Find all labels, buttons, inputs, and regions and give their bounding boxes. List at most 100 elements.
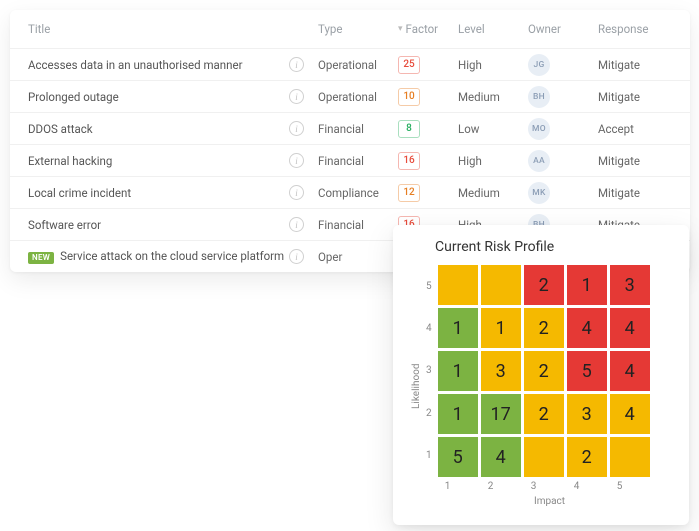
response-cell: Mitigate <box>598 58 678 72</box>
title-cell: Prolonged outage i <box>28 89 318 104</box>
type-cell: Operational <box>318 58 398 72</box>
heatmap-cell[interactable]: 4 <box>610 394 650 434</box>
heatmap-cell[interactable]: 1 <box>438 308 478 348</box>
risk-heatmap-panel: Current Risk Profile Likelihood 54321 21… <box>393 225 689 525</box>
heatmap-cell[interactable]: 3 <box>481 351 521 391</box>
type-cell: Oper <box>318 250 398 264</box>
risk-title: Prolonged outage <box>28 90 119 104</box>
info-icon[interactable]: i <box>289 185 304 200</box>
level-cell: High <box>458 58 528 72</box>
factor-badge: 8 <box>398 120 420 138</box>
title-cell: Accesses data in an unauthorised manner i <box>28 57 318 72</box>
heatmap-cell[interactable]: 3 <box>567 394 607 434</box>
heatmap-cell[interactable]: 2 <box>524 308 564 348</box>
heatmap-cell[interactable]: 1 <box>438 394 478 434</box>
response-cell: Mitigate <box>598 90 678 104</box>
col-owner[interactable]: Owner <box>528 22 598 36</box>
heatmap-cell[interactable] <box>481 265 521 305</box>
title-cell: DDOS attack i <box>28 121 318 136</box>
heatmap-cell[interactable]: 2 <box>524 265 564 305</box>
heatmap-yticks: 54321 <box>426 265 432 477</box>
info-icon[interactable]: i <box>289 217 304 232</box>
type-cell: Financial <box>318 122 398 136</box>
col-factor-label: Factor <box>406 22 439 36</box>
level-cell: High <box>458 154 528 168</box>
ytick: 4 <box>426 309 432 349</box>
title-cell: NEW Service attack on the cloud service p… <box>28 249 318 264</box>
info-icon[interactable]: i <box>289 249 304 264</box>
col-response[interactable]: Response <box>598 22 678 36</box>
table-row[interactable]: Local crime incidentiCompliance12MediumM… <box>10 176 690 208</box>
type-cell: Financial <box>318 218 398 232</box>
heatmap-cell[interactable]: 2 <box>524 351 564 391</box>
sort-desc-icon: ▾ <box>398 24 403 34</box>
heatmap-cell[interactable] <box>610 437 650 477</box>
owner-avatar[interactable]: BH <box>528 86 550 108</box>
heatmap-cell[interactable]: 5 <box>438 437 478 477</box>
heatmap-grid: 2131124413254117234542 <box>438 265 650 477</box>
heatmap-cell[interactable]: 2 <box>524 394 564 434</box>
heatmap-cell[interactable]: 4 <box>481 437 521 477</box>
owner-avatar[interactable]: AA <box>528 150 550 172</box>
table-row[interactable]: DDOS attackiFinancial8LowMOAccept <box>10 112 690 144</box>
info-icon[interactable]: i <box>289 89 304 104</box>
xtick: 3 <box>512 481 555 492</box>
factor-badge: 10 <box>398 88 420 106</box>
heatmap-xlabel: Impact <box>426 496 673 507</box>
risk-title: Service attack on the cloud service plat… <box>60 249 284 263</box>
level-cell: Low <box>458 122 528 136</box>
heatmap-cell[interactable]: 4 <box>610 351 650 391</box>
risk-title: Software error <box>28 218 101 232</box>
heatmap-cell[interactable]: 4 <box>610 308 650 348</box>
info-icon[interactable]: i <box>289 57 304 72</box>
owner-cell: MK <box>528 182 598 204</box>
heatmap-xticks: 12345 <box>426 481 673 492</box>
heatmap-cell[interactable]: 5 <box>567 351 607 391</box>
type-cell: Operational <box>318 90 398 104</box>
info-icon[interactable]: i <box>289 153 304 168</box>
heatmap-cell[interactable]: 2 <box>567 437 607 477</box>
col-level[interactable]: Level <box>458 22 528 36</box>
xtick: 2 <box>469 481 512 492</box>
owner-cell: BH <box>528 86 598 108</box>
factor-cell: 8 <box>398 120 458 138</box>
table-row[interactable]: Accesses data in an unauthorised manner i… <box>10 48 690 80</box>
type-cell: Financial <box>318 154 398 168</box>
table-row[interactable]: Prolonged outage i Operational10 MediumBH Mi… <box>10 80 690 112</box>
heatmap-cell[interactable] <box>524 437 564 477</box>
table-row[interactable]: External hackingiFinancial16HighAAMitiga… <box>10 144 690 176</box>
heatmap-ylabel: Likelihood <box>409 265 424 507</box>
owner-avatar[interactable]: MK <box>528 182 550 204</box>
heatmap-cell[interactable]: 17 <box>481 394 521 434</box>
col-title[interactable]: Title <box>28 22 318 36</box>
title-cell: Local crime incident i <box>28 185 318 200</box>
owner-cell: JG <box>528 54 598 76</box>
col-factor[interactable]: ▾ Factor <box>398 22 458 36</box>
risk-title: Local crime incident <box>28 186 131 200</box>
heatmap-cell[interactable]: 3 <box>610 265 650 305</box>
level-cell: Medium <box>458 90 528 104</box>
heatmap-cell[interactable]: 1 <box>567 265 607 305</box>
xtick: 4 <box>555 481 598 492</box>
risk-title: DDOS attack <box>28 122 93 136</box>
owner-avatar[interactable]: MO <box>528 118 550 140</box>
owner-avatar[interactable]: JG <box>528 54 550 76</box>
factor-badge: 16 <box>398 152 420 170</box>
xtick: 1 <box>426 481 469 492</box>
heatmap-cell[interactable]: 1 <box>481 308 521 348</box>
response-cell: Mitigate <box>598 186 678 200</box>
new-badge: NEW <box>28 252 54 264</box>
title-cell: External hacking i <box>28 153 318 168</box>
risk-title: Accesses data in an unauthorised manner <box>28 58 243 72</box>
factor-badge: 25 <box>398 56 420 74</box>
risk-title: External hacking <box>28 154 112 168</box>
heatmap-cell[interactable] <box>438 265 478 305</box>
heatmap-cell[interactable]: 4 <box>567 308 607 348</box>
col-type[interactable]: Type <box>318 22 398 36</box>
type-cell: Compliance <box>318 186 398 200</box>
factor-badge: 12 <box>398 184 420 202</box>
info-icon[interactable]: i <box>289 121 304 136</box>
factor-cell: 25 <box>398 56 458 74</box>
heatmap-cell[interactable]: 1 <box>438 351 478 391</box>
title-cell: Software error i <box>28 217 318 232</box>
